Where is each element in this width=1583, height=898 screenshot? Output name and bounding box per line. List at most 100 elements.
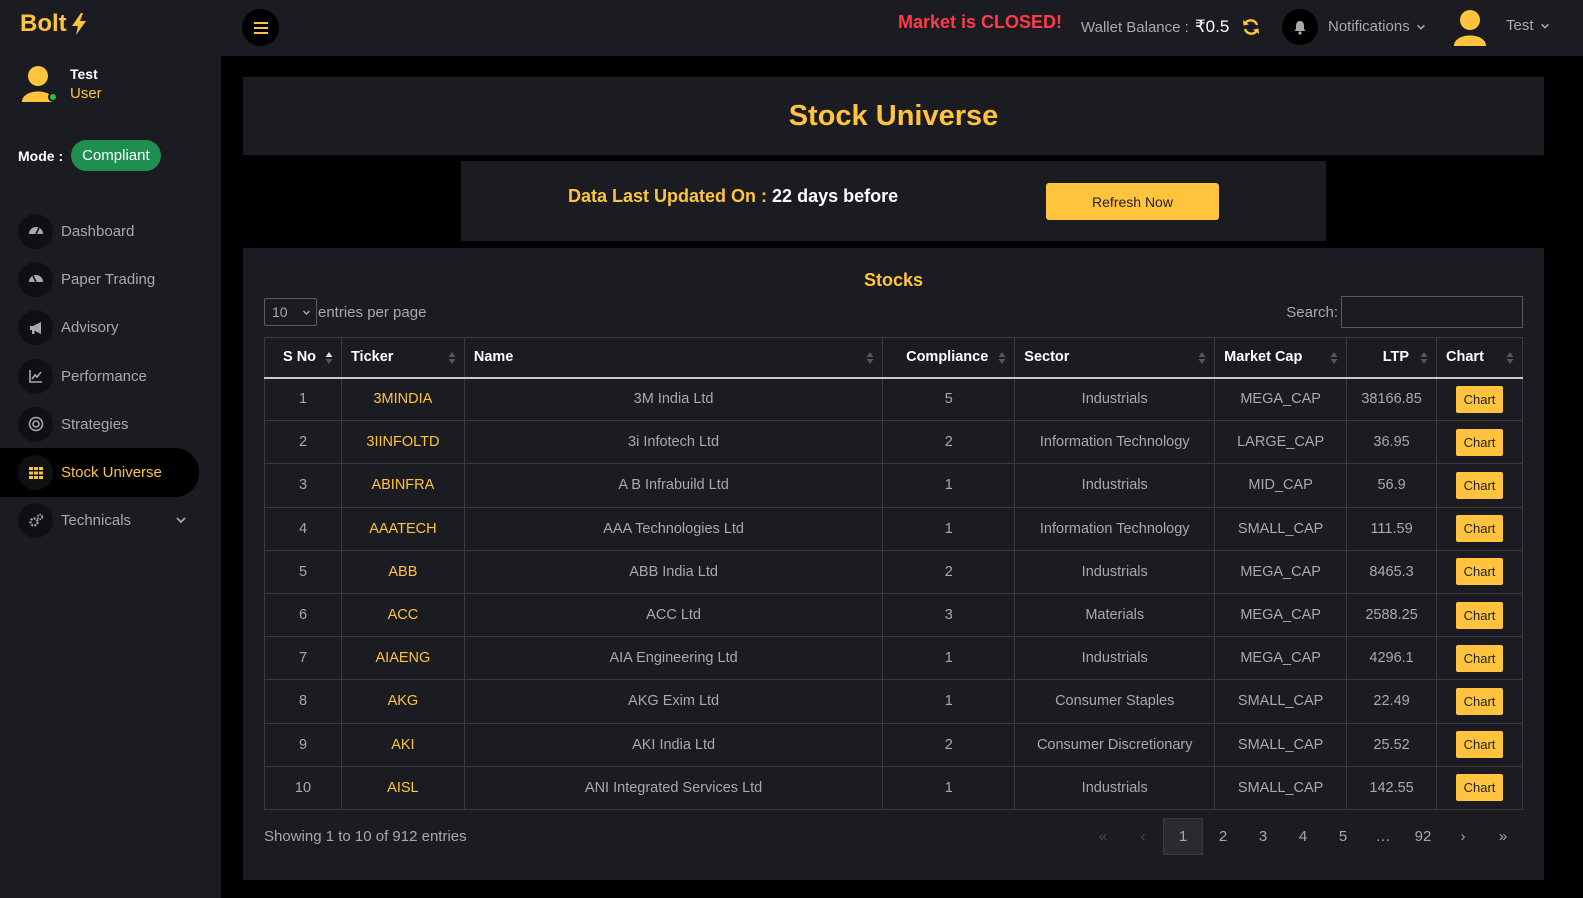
bolt-icon xyxy=(71,13,86,35)
page-size-select[interactable]: 10 xyxy=(264,298,317,326)
cell-sno: 4 xyxy=(264,507,342,551)
menu-toggle-button[interactable] xyxy=(242,9,279,46)
refresh-now-button[interactable]: Refresh Now xyxy=(1046,183,1219,220)
last-updated: Data Last Updated On : 22 days before xyxy=(568,186,898,207)
chart-button[interactable]: Chart xyxy=(1456,687,1504,715)
cell-sno: 6 xyxy=(264,593,342,638)
column-label: S No xyxy=(283,349,317,366)
cell-market-cap: MEGA_CAP xyxy=(1214,377,1348,422)
cell-name: AAA Technologies Ltd xyxy=(464,507,884,551)
cell-compliance: 2 xyxy=(882,420,1016,465)
cell-name: AIA Engineering Ltd xyxy=(464,636,884,681)
column-header-sno[interactable]: S No xyxy=(264,337,342,379)
column-label: Name xyxy=(473,349,514,366)
next-page-button[interactable]: › xyxy=(1443,818,1483,855)
cell-sno: 10 xyxy=(264,766,342,810)
last-updated-value: 22 days before xyxy=(772,186,899,206)
sidebar-item-advisory[interactable]: Advisory xyxy=(0,304,221,352)
chart-button[interactable]: Chart xyxy=(1456,601,1504,629)
column-header-sector[interactable]: Sector xyxy=(1014,337,1216,379)
column-header-ticker[interactable]: Ticker xyxy=(341,337,465,379)
sidebar: Bolt Test User Mode : Compliant Dashboar… xyxy=(0,0,221,898)
notifications-bell[interactable] xyxy=(1282,9,1318,45)
column-header-compliance[interactable]: Compliance xyxy=(882,337,1016,379)
user-avatar-icon[interactable] xyxy=(1452,8,1488,48)
bell-icon xyxy=(1294,20,1306,35)
cell-ltp: 4296.1 xyxy=(1346,636,1438,681)
column-label: Compliance xyxy=(906,349,989,366)
search-input[interactable] xyxy=(1341,296,1523,328)
chart-button[interactable]: Chart xyxy=(1456,515,1504,543)
entries-label: entries per page xyxy=(318,303,427,321)
cell-market-cap: MID_CAP xyxy=(1214,463,1348,508)
cell-sector: Information Technology xyxy=(1014,507,1216,551)
table-row: 10 AISL ANI Integrated Services Ltd 1 In… xyxy=(264,766,1523,810)
cell-compliance: 2 xyxy=(882,723,1016,767)
cell-compliance: 5 xyxy=(882,377,1016,422)
sidebar-item-strategies[interactable]: Strategies xyxy=(0,400,221,448)
column-header-market-cap[interactable]: Market Cap xyxy=(1214,337,1348,379)
cell-sno: 1 xyxy=(264,377,342,422)
user-menu[interactable]: Test xyxy=(1506,17,1550,34)
cell-sno: 3 xyxy=(264,463,342,508)
cell-ticker: ABB xyxy=(341,550,465,594)
chart-button[interactable]: Chart xyxy=(1456,731,1504,759)
first-page-button[interactable]: « xyxy=(1083,818,1123,855)
brand-name: Bolt xyxy=(20,10,67,37)
sidebar-item-label: Paper Trading xyxy=(61,270,156,288)
page-button-3[interactable]: 3 xyxy=(1243,818,1283,855)
column-label: Sector xyxy=(1024,349,1070,366)
page-button-last[interactable]: 92 xyxy=(1403,818,1443,855)
cell-market-cap: SMALL_CAP xyxy=(1214,723,1348,767)
sidebar-item-technicals[interactable]: Technicals xyxy=(0,497,221,545)
user-menu-label: Test xyxy=(1506,17,1534,34)
column-header-name[interactable]: Name xyxy=(464,337,884,379)
sidebar-item-label: Advisory xyxy=(61,319,119,337)
cell-ltp: 38166.85 xyxy=(1346,377,1438,422)
cell-name: 3M India Ltd xyxy=(464,377,884,422)
chart-button[interactable]: Chart xyxy=(1456,385,1504,413)
cell-ltp: 36.95 xyxy=(1346,420,1438,465)
cell-name: AKI India Ltd xyxy=(464,723,884,767)
table-row: 5 ABB ABB India Ltd 2 Industrials MEGA_C… xyxy=(264,550,1523,594)
notifications-dropdown[interactable]: Notifications xyxy=(1328,18,1426,35)
cell-chart: Chart xyxy=(1436,463,1523,508)
column-header-ltp[interactable]: LTP xyxy=(1346,337,1438,379)
brand-logo[interactable]: Bolt xyxy=(20,10,89,38)
cell-market-cap: SMALL_CAP xyxy=(1214,679,1348,724)
cell-ltp: 111.59 xyxy=(1346,507,1438,551)
page-button-1[interactable]: 1 xyxy=(1163,818,1203,855)
online-indicator xyxy=(48,92,58,102)
cell-ltp: 22.49 xyxy=(1346,679,1438,724)
chart-button[interactable]: Chart xyxy=(1456,774,1504,802)
column-header-chart[interactable]: Chart xyxy=(1436,337,1523,379)
sidebar-item-performance[interactable]: Performance xyxy=(0,352,221,400)
cell-name: ACC Ltd xyxy=(464,593,884,638)
cell-ticker: 3IINFOLTD xyxy=(341,420,465,465)
sidebar-item-dashboard[interactable]: Dashboard xyxy=(0,207,221,255)
chart-line-icon xyxy=(18,358,53,394)
chart-button[interactable]: Chart xyxy=(1456,558,1504,586)
page-title: Stock Universe xyxy=(788,99,999,132)
page-button-5[interactable]: 5 xyxy=(1323,818,1363,855)
prev-page-button[interactable]: ‹ xyxy=(1123,818,1163,855)
column-label: Market Cap xyxy=(1224,349,1303,366)
last-page-button[interactable]: » xyxy=(1483,818,1523,855)
chart-button[interactable]: Chart xyxy=(1456,644,1504,672)
sidebar-item-stock-universe[interactable]: Stock Universe xyxy=(0,448,199,497)
dashboard-icon xyxy=(18,213,53,249)
cell-ticker: AKI xyxy=(341,723,465,767)
sidebar-item-paper-trading[interactable]: Paper Trading xyxy=(0,255,221,303)
cell-market-cap: LARGE_CAP xyxy=(1214,420,1348,465)
cell-chart: Chart xyxy=(1436,636,1523,681)
page-button-2[interactable]: 2 xyxy=(1203,818,1243,855)
search-label: Search: xyxy=(1286,303,1338,321)
cell-chart: Chart xyxy=(1436,766,1523,810)
sort-icon xyxy=(448,352,456,364)
mode-badge[interactable]: Compliant xyxy=(71,140,161,171)
chart-button[interactable]: Chart xyxy=(1456,428,1504,456)
refresh-icon[interactable] xyxy=(1241,17,1261,37)
cell-chart: Chart xyxy=(1436,593,1523,638)
page-button-4[interactable]: 4 xyxy=(1283,818,1323,855)
chart-button[interactable]: Chart xyxy=(1456,471,1504,499)
